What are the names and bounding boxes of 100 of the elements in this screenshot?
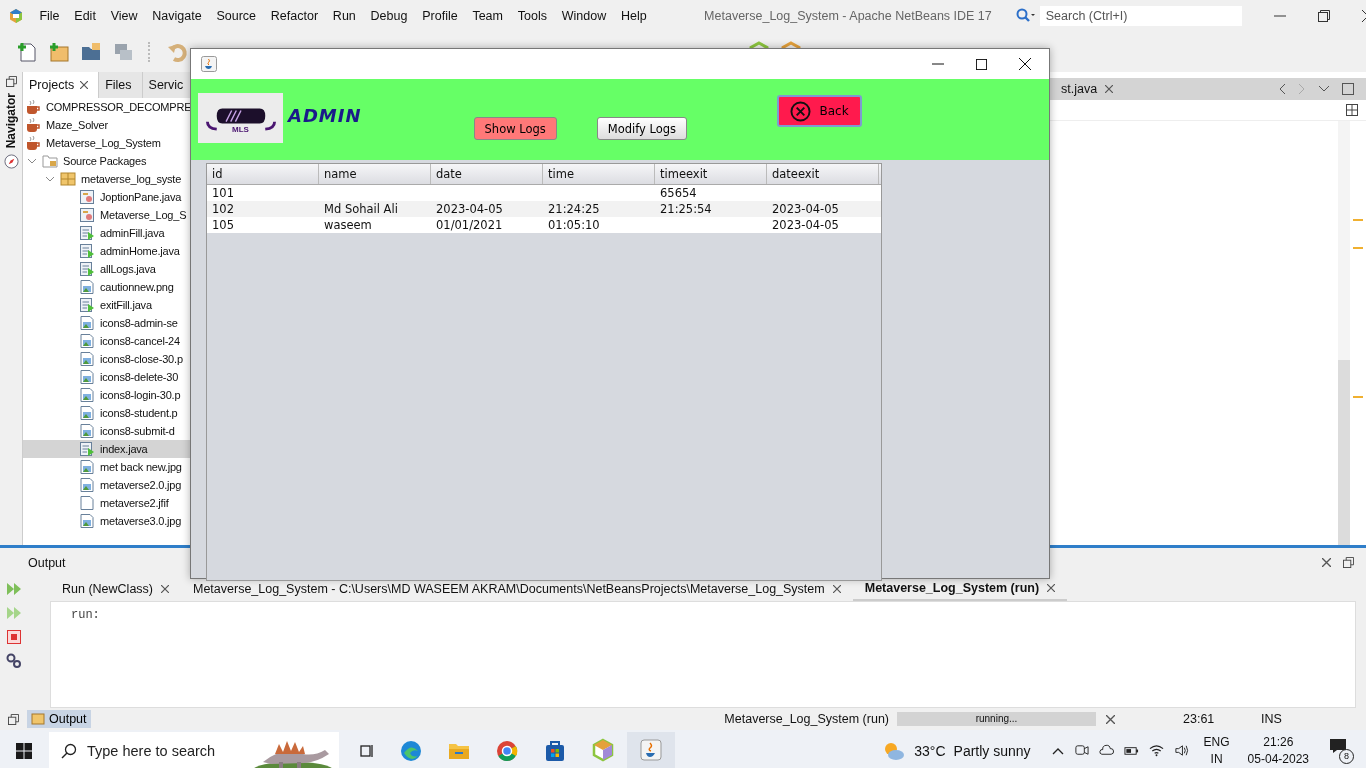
- menu-item[interactable]: Refactor: [263, 9, 326, 23]
- close-icon[interactable]: [1019, 58, 1031, 70]
- new-file-icon[interactable]: [16, 41, 38, 63]
- dropdown-icon[interactable]: [1318, 85, 1330, 93]
- tree-item[interactable]: COMPRESSOR_DECOMPRE: [23, 98, 191, 116]
- tree-item[interactable]: adminFill.java: [23, 224, 191, 242]
- nav-button[interactable]: Show Logs: [473, 117, 557, 140]
- new-project-icon[interactable]: [48, 41, 70, 63]
- language-indicator[interactable]: ENG IN: [1203, 733, 1230, 768]
- split-icon[interactable]: [1346, 104, 1358, 116]
- menu-item[interactable]: Source: [209, 9, 264, 23]
- tree-item[interactable]: icons8-delete-30: [23, 368, 191, 386]
- output-tab[interactable]: Run (NewClass): [50, 577, 181, 601]
- scrollbar[interactable]: [1338, 121, 1350, 545]
- close-icon[interactable]: [80, 81, 89, 89]
- compass-icon: [3, 154, 19, 170]
- column-header[interactable]: id: [207, 164, 319, 184]
- tree-item[interactable]: JoptionPane.java: [23, 188, 191, 206]
- tree-item[interactable]: icons8-close-30.p: [23, 350, 191, 368]
- tree-item[interactable]: Metaverse_Log_System: [23, 134, 191, 152]
- navigator-tab[interactable]: Navigator: [4, 93, 18, 149]
- table-cell: 21:24:25: [548, 202, 600, 216]
- image-file-icon: [79, 369, 95, 385]
- windows-start-icon[interactable]: [16, 742, 32, 759]
- notification-button[interactable]: 8: [1329, 737, 1354, 764]
- cloud-icon[interactable]: [1098, 743, 1114, 758]
- taskbar-search-field[interactable]: Type here to search: [49, 731, 339, 768]
- editor-tab[interactable]: st.java: [1061, 82, 1114, 96]
- tree-item[interactable]: metaverse2.jfif: [23, 494, 191, 512]
- close-icon[interactable]: [161, 585, 169, 593]
- stop-icon[interactable]: [6, 629, 22, 645]
- column-header[interactable]: timeexit: [655, 164, 767, 184]
- nav-button[interactable]: Modify Logs: [596, 117, 688, 140]
- back-button[interactable]: Back: [777, 95, 863, 127]
- scroll-left-icon[interactable]: [1278, 83, 1286, 95]
- task-view-icon[interactable]: [359, 742, 375, 759]
- netbeans-icon[interactable]: [591, 737, 615, 762]
- tree-item[interactable]: adminHome.java: [23, 242, 191, 260]
- menu-item[interactable]: Debug: [363, 9, 415, 23]
- restore-window-icon[interactable]: [8, 713, 19, 725]
- menu-item[interactable]: Help: [613, 9, 655, 23]
- meet-icon[interactable]: [1073, 743, 1089, 758]
- output-tab[interactable]: Metaverse_Log_System - C:\Users\MD WASEEM AKRAM\Documents\NetBeansProjects\Metaverse_Log_System: [181, 577, 853, 601]
- restore-window-icon[interactable]: [5, 76, 17, 87]
- column-header[interactable]: date: [431, 164, 543, 184]
- tree-item[interactable]: metaverse_log_syste: [23, 170, 191, 188]
- menu-item[interactable]: File: [32, 9, 67, 23]
- tree-item[interactable]: icons8-admin-se: [23, 314, 191, 332]
- cancel-icon[interactable]: [1106, 714, 1115, 724]
- chevron-up-icon[interactable]: [1051, 746, 1064, 755]
- panel-tab[interactable]: Projects: [23, 72, 100, 98]
- close-icon[interactable]: [832, 585, 841, 593]
- tree-item[interactable]: exitFill.java: [23, 296, 191, 314]
- wifi-icon[interactable]: [1148, 743, 1164, 758]
- tree-item[interactable]: icons8-submit-d: [23, 422, 191, 440]
- tree-item[interactable]: icons8-login-30.p: [23, 386, 191, 404]
- image-file-icon: [79, 387, 95, 403]
- tree-item[interactable]: allLogs.java: [23, 260, 191, 278]
- close-icon[interactable]: [1047, 584, 1056, 592]
- tree-item[interactable]: index.java: [23, 440, 191, 458]
- store-icon[interactable]: [543, 738, 567, 763]
- menu-item[interactable]: Navigate: [144, 9, 210, 23]
- java-icon[interactable]: [639, 737, 663, 762]
- temperature[interactable]: 33°C: [914, 742, 946, 759]
- menu-item[interactable]: Edit: [66, 9, 104, 23]
- menu-item[interactable]: Tools: [510, 9, 555, 23]
- tree-item[interactable]: icons8-student.p: [23, 404, 191, 422]
- settings-icon[interactable]: [6, 653, 22, 669]
- weather-text[interactable]: Partly sunny: [953, 742, 1031, 759]
- close-icon[interactable]: [1322, 558, 1331, 567]
- tree-item[interactable]: metaverse3.0.jpg: [23, 512, 191, 530]
- open-folder-icon[interactable]: [80, 41, 102, 63]
- tree-item[interactable]: met back new.jpg: [23, 458, 191, 476]
- browser-icon[interactable]: [399, 738, 423, 763]
- menu-item[interactable]: Window: [554, 9, 614, 23]
- column-header[interactable]: dateexit: [767, 164, 879, 184]
- search-field[interactable]: Search (Ctrl+I): [1039, 6, 1242, 26]
- output-button[interactable]: Output: [27, 710, 91, 728]
- volume-icon[interactable]: [1173, 743, 1189, 758]
- menu-item[interactable]: Team: [465, 9, 511, 23]
- tree-item[interactable]: icons8-cancel-24: [23, 332, 191, 350]
- menu-item[interactable]: View: [103, 9, 145, 23]
- column-header[interactable]: name: [319, 164, 431, 184]
- panel-tab[interactable]: Files: [99, 72, 143, 98]
- restore-window-icon[interactable]: [1343, 557, 1354, 568]
- tree-item[interactable]: Maze_Solver: [23, 116, 191, 134]
- restore-icon[interactable]: [1317, 10, 1330, 22]
- tree-item[interactable]: cautionnew.png: [23, 278, 191, 296]
- tree-item[interactable]: Metaverse_Log_S: [23, 206, 191, 224]
- maximize-icon[interactable]: [976, 58, 987, 70]
- chrome-icon[interactable]: [495, 738, 519, 763]
- tree-item[interactable]: metaverse2.0.jpg: [23, 476, 191, 494]
- clock[interactable]: 21:26 05-04-2023: [1247, 733, 1309, 768]
- search-icon[interactable]: [1015, 8, 1036, 24]
- column-header[interactable]: time: [543, 164, 655, 184]
- menu-item[interactable]: Profile: [414, 9, 466, 23]
- table-cell: 2023-04-05: [772, 218, 839, 232]
- notification-icon: [1329, 737, 1347, 754]
- tree-item[interactable]: Source Packages: [23, 152, 191, 170]
- menu-item[interactable]: Run: [325, 9, 364, 23]
